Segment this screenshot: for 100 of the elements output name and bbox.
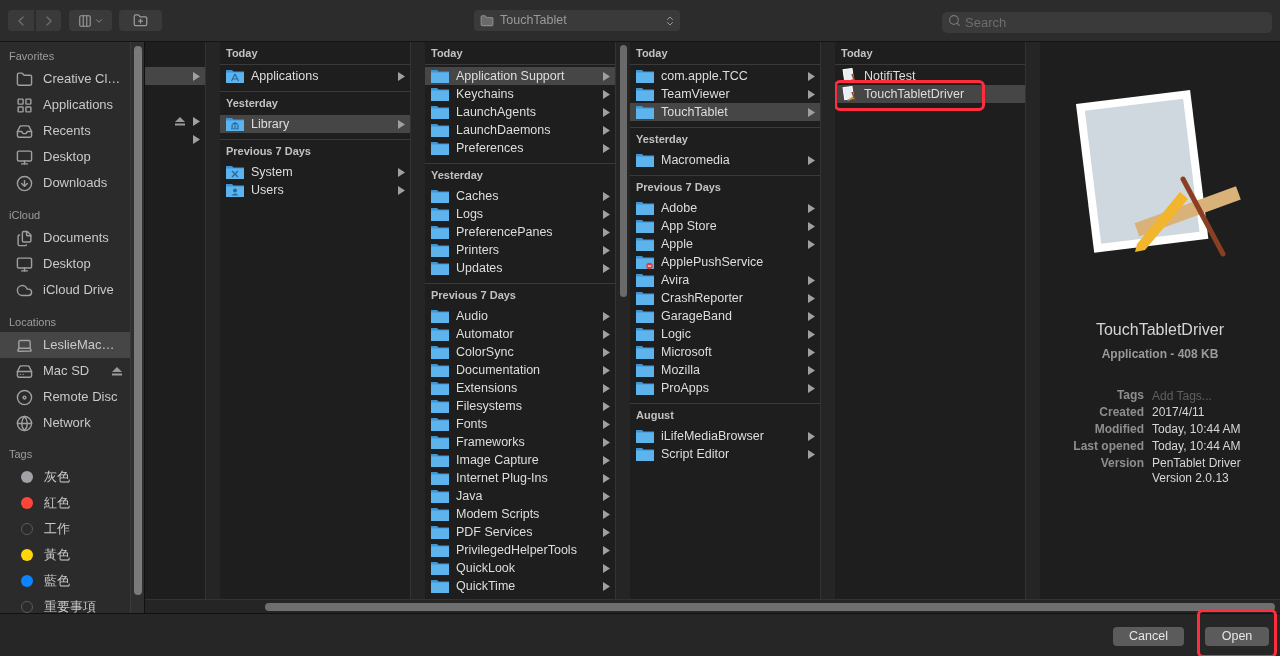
file-row[interactable]: TouchTablet bbox=[630, 103, 820, 121]
file-row[interactable]: ProApps bbox=[630, 379, 820, 397]
file-row[interactable]: Updates bbox=[425, 259, 615, 277]
folder-icon bbox=[431, 578, 449, 594]
file-row[interactable]: CrashReporter bbox=[630, 289, 820, 307]
file-row[interactable]: NotifiTest bbox=[835, 67, 1025, 85]
file-row[interactable]: ColorSync bbox=[425, 343, 615, 361]
file-name: Avira bbox=[661, 271, 691, 289]
file-name: GarageBand bbox=[661, 307, 733, 325]
scrollbar-thumb[interactable] bbox=[619, 45, 627, 297]
file-name: Macromedia bbox=[661, 151, 731, 169]
dialog-button[interactable]: Open bbox=[1205, 626, 1269, 646]
sidebar-item[interactable]: Desktop bbox=[0, 144, 130, 170]
preview-file-kind: Application - 408 KB bbox=[1101, 346, 1219, 363]
file-row[interactable]: Apple bbox=[630, 235, 820, 253]
file-row[interactable]: Preferences bbox=[425, 139, 615, 157]
sidebar-item[interactable]: Recents bbox=[0, 118, 130, 144]
file-row[interactable]: Keychains bbox=[425, 85, 615, 103]
sidebar-label: Downloads bbox=[43, 174, 109, 193]
folder-icon bbox=[431, 524, 449, 540]
file-row[interactable]: Documentation bbox=[425, 361, 615, 379]
folder-icon bbox=[636, 362, 654, 378]
sidebar-item[interactable]: Downloads bbox=[0, 170, 130, 196]
file-row[interactable]: Applications bbox=[220, 67, 410, 85]
sidebar-label: Desktop bbox=[43, 255, 92, 274]
file-row[interactable]: Adobe bbox=[630, 199, 820, 217]
file-row[interactable]: ApplePushService bbox=[630, 253, 820, 271]
file-name: System bbox=[251, 163, 294, 181]
file-row[interactable]: PreferencePanes bbox=[425, 223, 615, 241]
path-popup[interactable]: TouchTablet bbox=[474, 10, 680, 31]
file-row[interactable]: Audio bbox=[425, 307, 615, 325]
file-name: Microsoft bbox=[661, 343, 713, 361]
scrollbar-thumb[interactable] bbox=[265, 602, 1275, 611]
sidebar-item[interactable]: Documents bbox=[0, 225, 130, 251]
file-row[interactable]: Library bbox=[220, 115, 410, 133]
file-row[interactable]: Logs bbox=[425, 205, 615, 223]
new-folder-button[interactable] bbox=[119, 10, 162, 31]
file-row[interactable]: Script Editor bbox=[630, 445, 820, 463]
column-gutter[interactable] bbox=[615, 42, 630, 599]
file-row[interactable]: com.apple.TCC bbox=[630, 67, 820, 85]
tag-item[interactable]: 工作 bbox=[0, 516, 130, 542]
file-row[interactable]: Users bbox=[220, 181, 410, 199]
file-row[interactable]: Modem Scripts bbox=[425, 505, 615, 523]
file-row[interactable]: Frameworks bbox=[425, 433, 615, 451]
folder-icon bbox=[480, 13, 494, 28]
add-tags-field[interactable]: Add Tags... bbox=[1152, 387, 1262, 404]
eject-icon[interactable] bbox=[112, 366, 122, 376]
file-row[interactable]: QuickTime bbox=[425, 577, 615, 595]
file-row[interactable]: Internet Plug-Ins bbox=[425, 469, 615, 487]
sidebar-item[interactable]: LeslieMac… bbox=[0, 332, 130, 358]
folder-with-badge-icon bbox=[636, 254, 654, 270]
eject-icon[interactable] bbox=[175, 116, 185, 126]
file-row[interactable]: Filesystems bbox=[425, 397, 615, 415]
tag-item[interactable]: 灰色 bbox=[0, 464, 130, 490]
file-row[interactable]: Logic bbox=[630, 325, 820, 343]
file-row[interactable] bbox=[145, 67, 205, 85]
sidebar-item[interactable]: Mac SD bbox=[0, 358, 130, 384]
system-folder-icon bbox=[226, 164, 244, 180]
folder-icon bbox=[431, 506, 449, 522]
file-row[interactable]: TeamViewer bbox=[630, 85, 820, 103]
sidebar-item[interactable]: Applications bbox=[0, 92, 130, 118]
file-row[interactable]: Caches bbox=[425, 187, 615, 205]
file-row[interactable]: Image Capture bbox=[425, 451, 615, 469]
sidebar-label: Recents bbox=[43, 122, 92, 141]
file-row[interactable]: System bbox=[220, 163, 410, 181]
file-row[interactable]: PrivilegedHelperTools bbox=[425, 541, 615, 559]
folder-icon bbox=[16, 70, 33, 88]
file-row[interactable]: QuickLook bbox=[425, 559, 615, 577]
file-row[interactable]: LaunchDaemons bbox=[425, 121, 615, 139]
file-row[interactable]: PDF Services bbox=[425, 523, 615, 541]
file-row[interactable]: Avira bbox=[630, 271, 820, 289]
file-row[interactable]: Application Support bbox=[425, 67, 615, 85]
scrollbar-thumb[interactable] bbox=[133, 46, 142, 595]
detail-value: Today, 10:44 AM bbox=[1152, 421, 1242, 438]
file-row[interactable]: App Store bbox=[630, 217, 820, 235]
file-row[interactable]: TouchTabletDriver bbox=[835, 85, 1025, 103]
tag-item[interactable]: 紅色 bbox=[0, 490, 130, 516]
tag-item[interactable]: 藍色 bbox=[0, 568, 130, 594]
sidebar-item[interactable]: Network bbox=[0, 410, 130, 436]
folder-icon bbox=[431, 260, 449, 276]
sidebar-item[interactable]: iCloud Drive bbox=[0, 277, 130, 303]
sidebar-item[interactable]: Desktop bbox=[0, 251, 130, 277]
file-row[interactable]: GarageBand bbox=[630, 307, 820, 325]
tag-label: 重要事項 bbox=[44, 598, 96, 613]
tag-item[interactable]: 黃色 bbox=[0, 542, 130, 568]
file-row[interactable]: Automator bbox=[425, 325, 615, 343]
file-row[interactable]: LaunchAgents bbox=[425, 103, 615, 121]
sidebar-item[interactable]: Creative Cl… bbox=[0, 66, 130, 92]
file-row[interactable]: Printers bbox=[425, 241, 615, 259]
file-row[interactable]: Macromedia bbox=[630, 151, 820, 169]
file-row[interactable]: Mozilla bbox=[630, 361, 820, 379]
file-row[interactable]: Extensions bbox=[425, 379, 615, 397]
file-row[interactable]: Fonts bbox=[425, 415, 615, 433]
folder-icon bbox=[636, 326, 654, 342]
file-row[interactable]: Microsoft bbox=[630, 343, 820, 361]
view-menu-button[interactable] bbox=[69, 10, 112, 31]
sidebar-item[interactable]: Remote Disc bbox=[0, 384, 130, 410]
file-row[interactable]: iLifeMediaBrowser bbox=[630, 427, 820, 445]
dialog-button[interactable]: Cancel bbox=[1113, 626, 1184, 646]
file-row[interactable]: Java bbox=[425, 487, 615, 505]
